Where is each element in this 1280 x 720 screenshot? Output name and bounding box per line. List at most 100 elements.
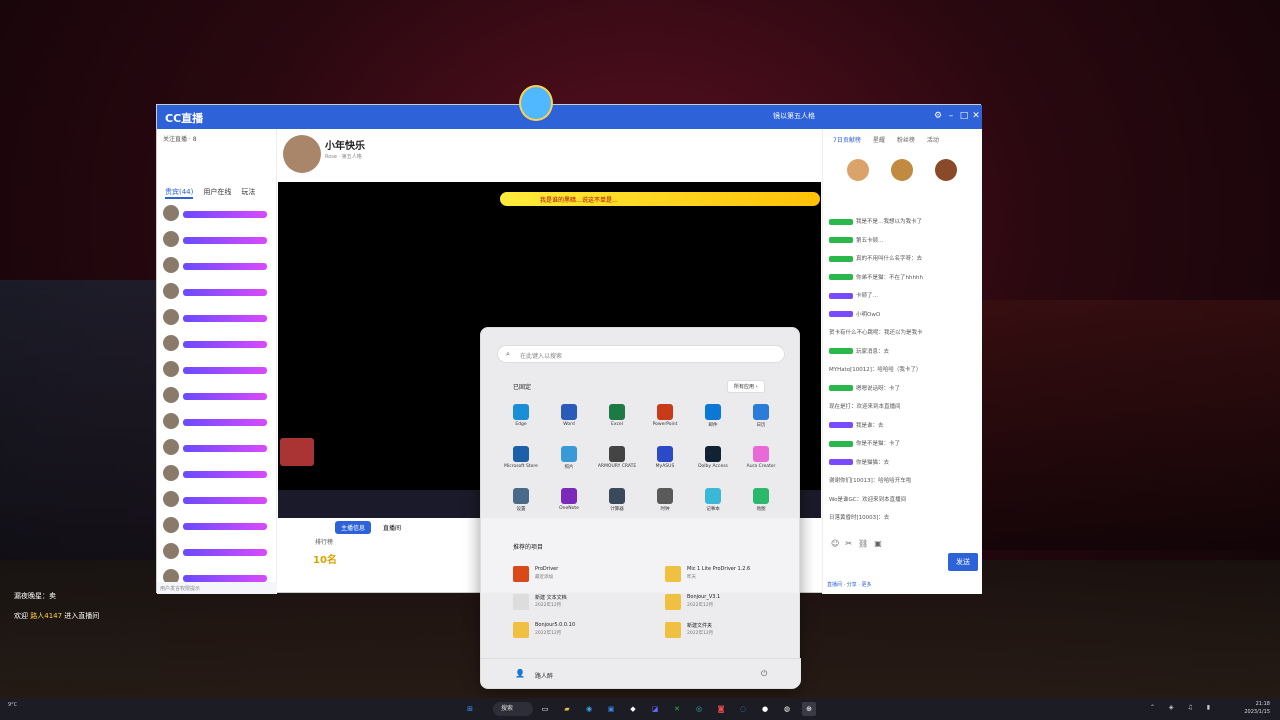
item-title: ProDriver (535, 566, 559, 572)
user-icon[interactable]: 👤 (515, 669, 525, 678)
app-icon[interactable]: ◙ (714, 702, 728, 716)
list-item[interactable] (161, 489, 273, 513)
right-chat-panel: 7日贡献榜 星耀 粉丝榜 活动 我是不是…我想以为我卡了 第五卡顿… 真的不用叫什么… (822, 129, 982, 594)
app-icon[interactable]: ◪ (648, 702, 662, 716)
minimize-button[interactable]: – (945, 110, 957, 122)
link-icon[interactable]: ⛓ (858, 539, 868, 548)
tab-anchor-info[interactable]: 主播信息 (335, 521, 372, 534)
pinned-app[interactable]: 照片 (545, 446, 593, 470)
list-item[interactable] (161, 359, 273, 383)
list-item[interactable] (161, 463, 273, 487)
list-item[interactable] (161, 333, 273, 357)
chat-message: 玩家消息：去 (829, 347, 979, 355)
chat-message-text: 玩家消息：去 (856, 348, 890, 355)
clock[interactable]: 21:18 2023/1/15 (1226, 700, 1270, 716)
start-menu: ⌕ 在此键入以搜索 已固定 所有应用 › Edge Word Excel PowerP… (480, 327, 801, 689)
recommended-item[interactable]: Bonjour5.0.0.10 2022年12月 (513, 620, 653, 642)
app-icon[interactable]: ◆ (626, 702, 640, 716)
system-tray[interactable]: ⌃ ◈ ♫ ▮ (1150, 704, 1216, 711)
list-item[interactable] (161, 411, 273, 435)
pinned-app[interactable]: Edge (497, 404, 545, 427)
tab-online-users[interactable]: 用户在线 (203, 187, 231, 199)
app-label: Dolby Access (698, 464, 728, 469)
app-icon[interactable]: ● (758, 702, 772, 716)
tab-fans[interactable]: 粉丝榜 (897, 135, 915, 144)
emoji-icon[interactable]: ☺ (831, 539, 839, 548)
maximize-button[interactable]: □ (958, 110, 970, 122)
list-item[interactable] (161, 385, 273, 409)
recommended-item[interactable]: 新建 文本文档 2022年12月 (513, 592, 653, 614)
steam-icon[interactable]: ◍ (780, 702, 794, 716)
edge-icon[interactable]: ◉ (582, 702, 596, 716)
avatar[interactable] (891, 159, 913, 181)
anchor-avatar[interactable] (283, 135, 321, 173)
app-icon[interactable]: ◎ (692, 702, 706, 716)
follow-header[interactable]: 关注直播 · 8 (163, 134, 197, 143)
pinned-app[interactable]: Dolby Access (689, 446, 737, 469)
promo-banner[interactable]: 我是谁的黑暗…说这不单是… (500, 192, 820, 206)
list-item[interactable] (161, 203, 273, 227)
pinned-app[interactable]: Word (545, 404, 593, 427)
start-icon[interactable]: ⊞ (463, 702, 477, 716)
tab-activity[interactable]: 活动 (927, 135, 939, 144)
power-icon[interactable]: ⏻ (761, 669, 767, 679)
pinned-app[interactable]: 日历 (737, 404, 785, 428)
avatar[interactable] (847, 159, 869, 181)
image-icon[interactable]: ▣ (874, 539, 882, 548)
task-view-icon[interactable]: ▭ (538, 702, 552, 716)
pinned-app[interactable]: 邮件 (689, 404, 737, 428)
item-subtitle: 2022年12月 (687, 603, 714, 608)
list-item[interactable] (161, 281, 273, 305)
app-icon[interactable]: ⊕ (802, 702, 816, 716)
pinned-app[interactable]: 设置 (497, 488, 545, 512)
excel-icon (609, 404, 625, 420)
pinned-app[interactable]: ARMOURY CRATE (593, 446, 641, 469)
tab-vip[interactable]: 贵宾(44) (165, 187, 194, 199)
gift-icon[interactable] (280, 438, 314, 466)
pinned-app[interactable]: Excel (593, 404, 641, 427)
pinned-app[interactable]: Aura Creator (737, 446, 785, 469)
pinned-app[interactable]: Microsoft Store (497, 446, 545, 469)
weather-widget[interactable]: 9°C (8, 702, 17, 708)
list-item[interactable] (161, 229, 273, 253)
rank-value: 10名 (313, 555, 337, 566)
pinned-app[interactable]: 记事本 (689, 488, 737, 512)
xbox-icon[interactable]: ✕ (670, 702, 684, 716)
list-item[interactable] (161, 255, 273, 279)
pinned-app[interactable]: PowerPoint (641, 404, 689, 427)
recommended-item[interactable]: Mic 1 Lite ProDriver 1.2.6 昨天 (665, 564, 805, 586)
tab-room[interactable]: 直播间 (377, 521, 407, 534)
cc-live-icon[interactable]: ◌ (736, 702, 750, 716)
send-button[interactable]: 发送 (948, 553, 978, 571)
pinned-app[interactable]: OneNote (545, 488, 593, 511)
word-icon (561, 404, 577, 420)
tab-play[interactable]: 玩法 (241, 187, 255, 199)
list-item[interactable] (161, 541, 273, 565)
file-explorer-icon[interactable]: ▰ (560, 702, 574, 716)
list-item[interactable] (161, 515, 273, 539)
list-item[interactable] (161, 307, 273, 331)
pinned-app[interactable]: 计算器 (593, 488, 641, 512)
avatar[interactable] (935, 159, 957, 181)
close-button[interactable]: ✕ (970, 110, 982, 122)
user-name[interactable]: 路人醉 (535, 671, 553, 680)
all-apps-button[interactable]: 所有应用 › (727, 380, 765, 393)
app-label: Word (563, 422, 575, 427)
recommended-item[interactable]: 新建文件夹 2022年12月 (665, 620, 805, 642)
cc-account-label[interactable]: 镜以第五人格 (773, 111, 815, 121)
search-input[interactable]: ⌕ 在此键入以搜索 (497, 345, 785, 363)
cc-titlebar[interactable]: CC直播 镜以第五人格 ⚙ – □ ✕ (157, 85, 982, 129)
settings-icon[interactable]: ⚙ (932, 110, 944, 122)
pinned-app[interactable]: 地图 (737, 488, 785, 512)
recommended-item[interactable]: Bonjour_V3.1 2022年12月 (665, 592, 805, 614)
pinned-app[interactable]: MyASUS (641, 446, 689, 469)
scissors-icon[interactable]: ✂ (845, 539, 852, 548)
tab-7day-contrib[interactable]: 7日贡献榜 (833, 135, 861, 144)
tab-stars[interactable]: 星耀 (873, 135, 885, 144)
pinned-app[interactable]: 时钟 (641, 488, 689, 512)
mascot-icon[interactable] (519, 85, 553, 121)
recommended-item[interactable]: ProDriver 最近添加 (513, 564, 653, 586)
store-icon[interactable]: ▣ (604, 702, 618, 716)
list-item[interactable] (161, 437, 273, 461)
taskbar-search[interactable]: 搜索 (493, 702, 533, 716)
